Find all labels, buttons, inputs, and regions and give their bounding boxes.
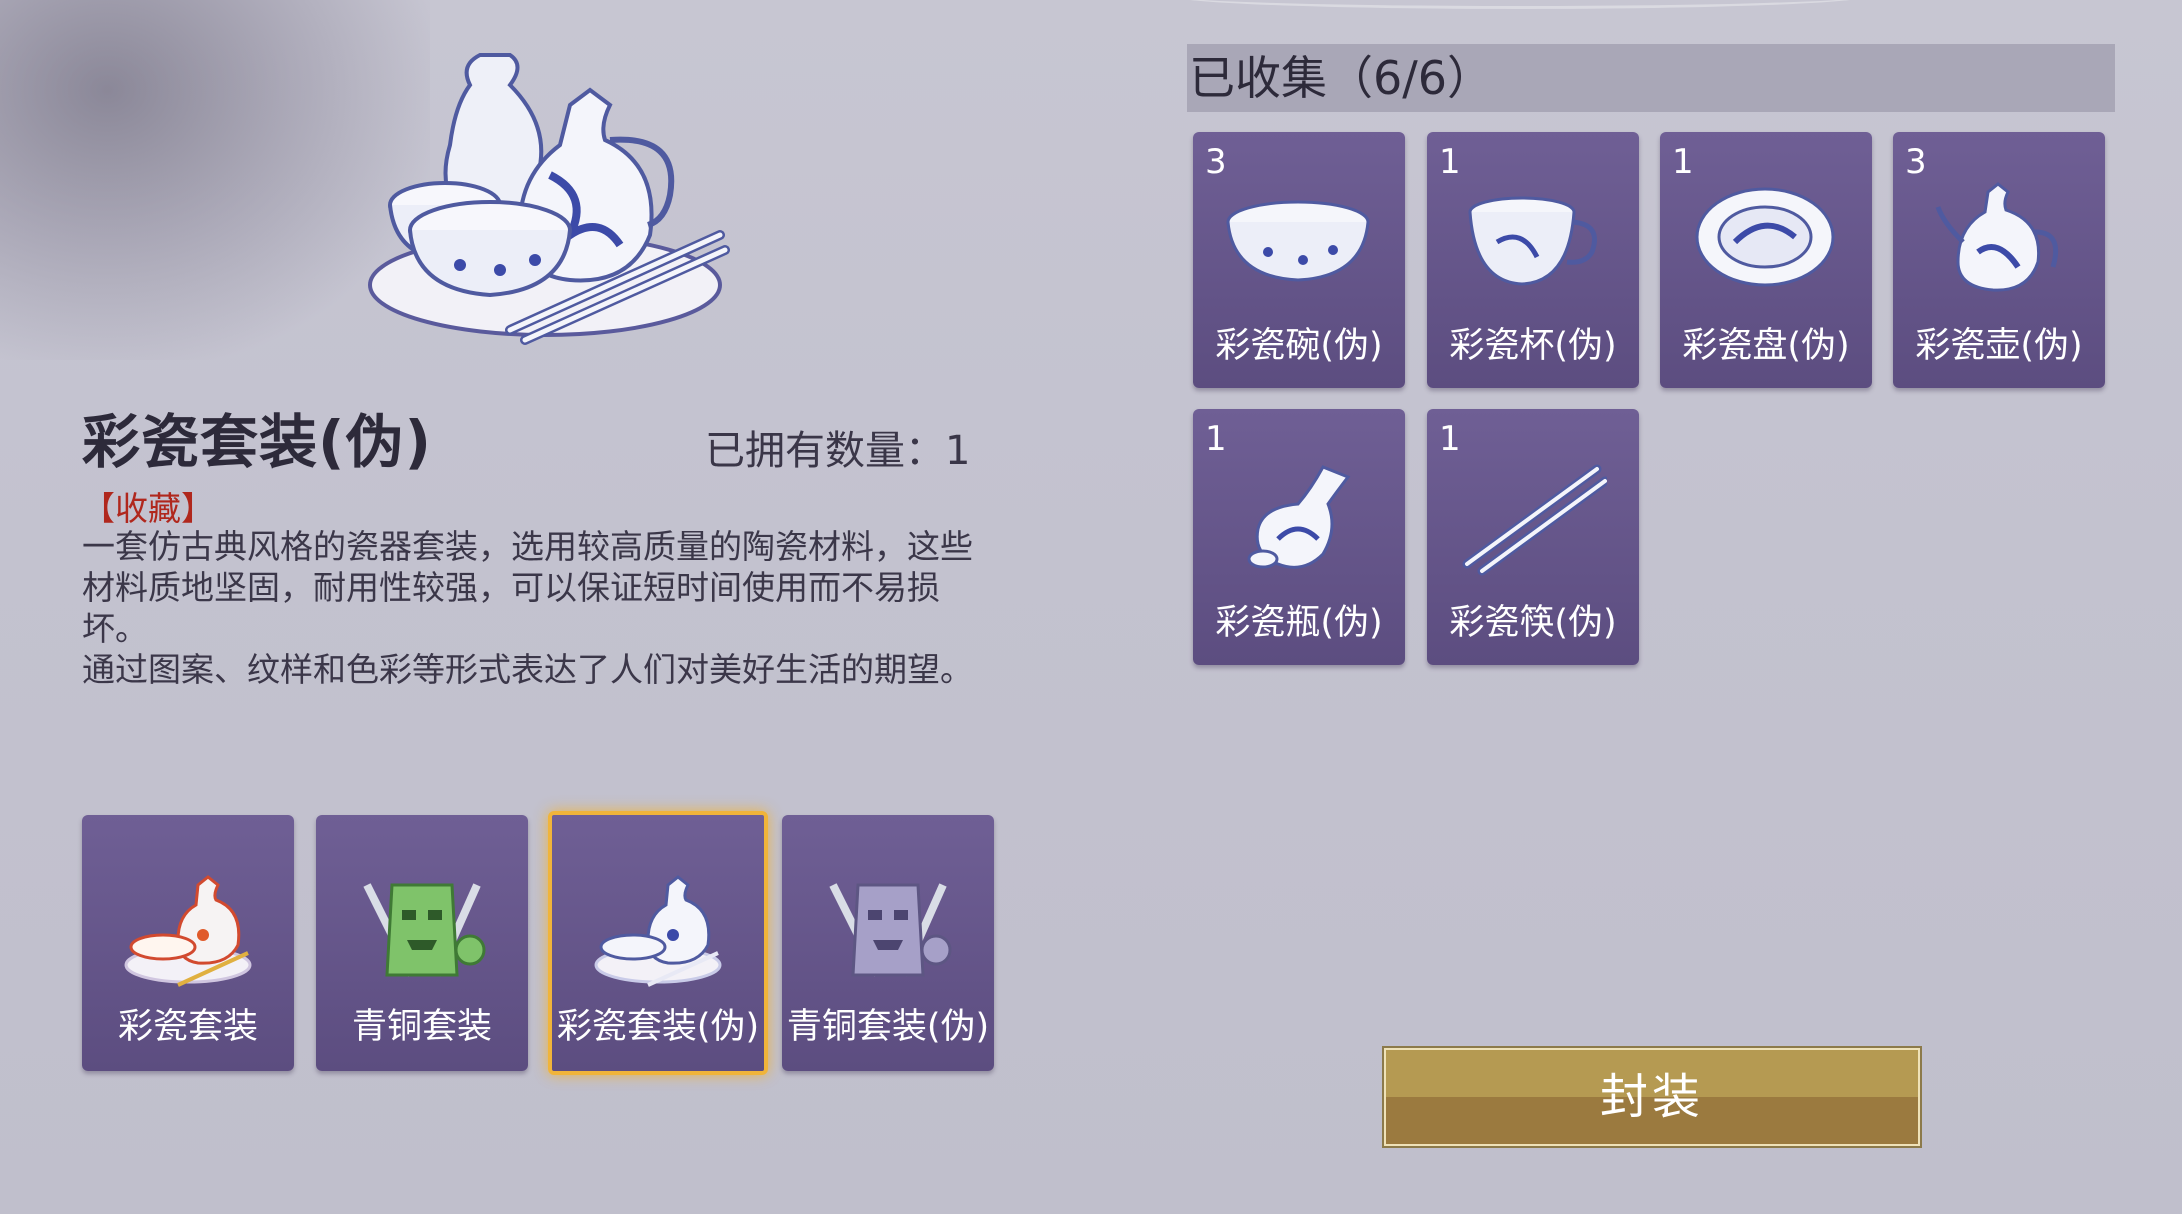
- collection-piece-ewer[interactable]: 3 彩瓷壶(伪): [1893, 132, 2105, 388]
- piece-count: 3: [1205, 142, 1227, 182]
- chopsticks-icon: [1462, 464, 1607, 576]
- set-tab-bronze-fake[interactable]: 青铜套装(伪): [782, 815, 994, 1071]
- category-tag: 【收藏】: [82, 489, 214, 528]
- collection-piece-chopsticks[interactable]: 1 彩瓷筷(伪): [1427, 409, 1639, 665]
- piece-label: 彩瓷瓶(伪): [1215, 603, 1383, 643]
- collection-piece-vase[interactable]: 1 彩瓷瓶(伪): [1193, 409, 1405, 665]
- decorative-arc: [1170, 0, 1870, 9]
- collection-piece-bowl[interactable]: 3 彩瓷碗(伪): [1193, 132, 1405, 388]
- bronze-set-icon: [829, 883, 952, 977]
- set-tab-label: 彩瓷套装(伪): [556, 1007, 760, 1047]
- description-paragraph: 通过图案、纹样和色彩等形式表达了人们对美好生活的期望。: [82, 650, 973, 689]
- piece-count: 1: [1439, 419, 1461, 459]
- set-tab-label: 青铜套装: [351, 1007, 492, 1047]
- collection-piece-plate[interactable]: 1 彩瓷盘(伪): [1660, 132, 1872, 388]
- collection-header: 已收集（6/6）: [1187, 44, 2115, 112]
- piece-count: 1: [1205, 419, 1227, 459]
- seal-button[interactable]: 封装: [1384, 1048, 1920, 1146]
- set-tab-bronze[interactable]: 青铜套装: [316, 815, 528, 1071]
- piece-label: 彩瓷盘(伪): [1682, 326, 1850, 366]
- bowl-icon: [1226, 200, 1370, 282]
- porcelain-set-illustration: [368, 53, 730, 345]
- set-tab-label: 彩瓷套装: [117, 1007, 258, 1047]
- porcelain-set-icon: [594, 875, 722, 987]
- set-tab-porcelain[interactable]: 彩瓷套装: [82, 815, 294, 1071]
- ewer-icon: [1935, 182, 2059, 292]
- piece-label: 彩瓷碗(伪): [1215, 326, 1383, 366]
- piece-count: 1: [1439, 142, 1461, 182]
- item-title: 彩瓷套装(伪): [82, 408, 433, 476]
- set-tab-porcelain-fake[interactable]: 彩瓷套装(伪): [548, 811, 768, 1075]
- item-description: 一套仿古典风格的瓷器套装，选用较高质量的陶瓷材料，这些材料质地坚固，耐用性较强，…: [82, 526, 992, 690]
- plate-icon: [1695, 187, 1835, 287]
- vase-icon: [1247, 465, 1351, 569]
- bronze-set-icon: [363, 883, 486, 977]
- owned-count: 已拥有数量：1: [705, 428, 971, 474]
- collection-piece-cup[interactable]: 1 彩瓷杯(伪): [1427, 132, 1639, 388]
- piece-label: 彩瓷筷(伪): [1449, 603, 1617, 643]
- collection-header-text: 已收集（6/6）: [1189, 51, 1494, 105]
- piece-count: 1: [1672, 142, 1694, 182]
- piece-count: 3: [1905, 142, 1927, 182]
- piece-label: 彩瓷壶(伪): [1915, 326, 2083, 366]
- cup-icon: [1468, 196, 1597, 286]
- porcelain-set-icon: [124, 875, 252, 987]
- set-tab-label: 青铜套装(伪): [786, 1007, 990, 1047]
- description-paragraph: 一套仿古典风格的瓷器套装，选用较高质量的陶瓷材料，这些材料质地坚固，耐用性较强，…: [82, 527, 973, 648]
- piece-label: 彩瓷杯(伪): [1449, 326, 1617, 366]
